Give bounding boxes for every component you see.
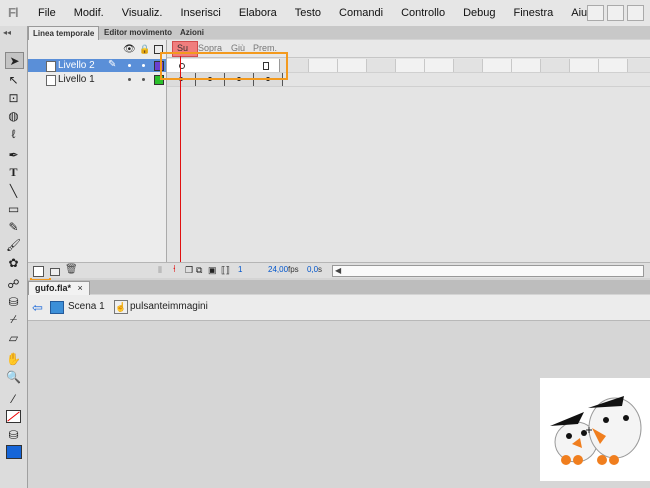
layer-name: Livello 1 (58, 74, 95, 85)
playhead-line (180, 56, 181, 262)
brush-tool-icon[interactable]: 🖌 (5, 237, 22, 252)
pencil-tool-icon[interactable]: ✎ (5, 219, 22, 234)
onion-outline-icon[interactable]: ⧉ (196, 265, 202, 276)
tab-actions[interactable]: Azioni (176, 26, 208, 39)
layer-visibility-dot[interactable] (128, 78, 131, 81)
layer-row-livello-1[interactable]: Livello 1 (28, 73, 166, 86)
layer-row-livello-2[interactable]: Livello 2 ✎ (28, 59, 166, 72)
layer-name: Livello 2 (58, 60, 95, 71)
selection-tool-icon[interactable]: ➤ (5, 52, 24, 69)
stroke-color-icon[interactable]: ⁄ (5, 391, 22, 406)
timeline-status-bar: 🗑 ⦀ ⍿ ❐ ⧉ ▣ ⟦⟧ 1 24,00 fps 0,0 s ◀ (28, 262, 650, 278)
hand-tool-icon[interactable]: ✋ (5, 351, 22, 366)
new-folder-icon[interactable] (50, 268, 60, 276)
onion-markers-icon[interactable]: ⟦⟧ (221, 265, 230, 276)
pencil-icon: ✎ (108, 59, 117, 70)
breadcrumb-symbol[interactable]: pulsanteimmagini (130, 301, 208, 312)
tab-timeline[interactable]: Linea temporale (28, 26, 100, 40)
scene-icon (50, 301, 64, 314)
line-tool-icon[interactable]: ╲ (5, 183, 22, 198)
scroll-grip-icon[interactable]: ⦀ (158, 265, 162, 276)
pen-tool-icon[interactable]: ✒ (5, 147, 22, 162)
menu-item-modif[interactable]: Modif. (74, 7, 104, 19)
menu-item-visualiz[interactable]: Visualiz. (122, 7, 163, 19)
layer-icon (46, 61, 56, 72)
back-arrow-icon[interactable]: ⇦ (32, 300, 43, 316)
scroll-left-icon[interactable]: ◀ (335, 266, 341, 275)
menubar: Fl File Modif. Visualiz. Inserisci Elabora Te… (0, 0, 650, 27)
deco-tool-icon[interactable]: ✿ (5, 255, 22, 270)
subselection-tool-icon[interactable]: ↖ (5, 72, 22, 87)
menu-item-finestra[interactable]: Finestra (514, 7, 554, 19)
highlight-frames (160, 52, 288, 80)
panel-collapse-icon[interactable]: ◂◂ (3, 28, 23, 37)
eyedropper-tool-icon[interactable]: ⌿ (5, 312, 22, 327)
document-tabs: gufo.fla* × (28, 280, 650, 295)
close-tab-icon[interactable]: × (78, 283, 83, 293)
menu-item-inserisci[interactable]: Inserisci (180, 7, 220, 19)
owls-illustration (550, 396, 642, 465)
menu-list: File Modif. Visualiz. Inserisci Elabora Testo… (38, 0, 614, 26)
menu-item-elabora[interactable]: Elabora (239, 7, 277, 19)
fill-color-swatch[interactable] (5, 444, 22, 459)
layer-visibility-dot[interactable] (128, 64, 131, 67)
rectangle-tool-icon[interactable]: ▭ (5, 201, 22, 216)
flash-logo: Fl (8, 5, 19, 20)
current-frame-value[interactable]: 1 (238, 265, 242, 274)
menu-item-testo[interactable]: Testo (295, 7, 321, 19)
stroke-color-swatch[interactable] (5, 409, 22, 424)
zoom-tool-icon[interactable]: 🔍 (5, 369, 22, 384)
close-button[interactable] (627, 5, 644, 21)
layer-list: 👁 🔒 Livello 2 ✎ Livello 1 (28, 40, 167, 262)
window-controls (584, 5, 644, 21)
fill-color-icon[interactable]: ⛁ (5, 427, 22, 442)
menu-item-debug[interactable]: Debug (463, 7, 495, 19)
layer-icon (46, 75, 56, 86)
free-transform-tool-icon[interactable]: ⊡ (5, 90, 22, 105)
delete-layer-icon[interactable]: 🗑 (65, 264, 78, 275)
menu-item-comandi[interactable]: Comandi (339, 7, 383, 19)
minimize-button[interactable] (587, 5, 604, 21)
show-hide-all-icon[interactable]: 👁 (123, 44, 136, 55)
lasso-tool-icon[interactable]: ℓ (5, 126, 22, 141)
tools-panel: ◂◂ ➤ ↖ ⊡ ◍ ℓ ✒ T ╲ ▭ ✎ 🖌 ✿ ☍ ⛁ ⌿ ▱ ✋ 🔍 ⁄… (0, 26, 28, 488)
tab-motion-editor[interactable]: Editor movimento (100, 26, 176, 39)
paint-bucket-tool-icon[interactable]: ⛁ (5, 294, 22, 309)
menu-item-controllo[interactable]: Controllo (401, 7, 445, 19)
layer-lock-dot[interactable] (142, 64, 145, 67)
fps-value[interactable]: 24,00 (268, 265, 288, 274)
breadcrumb-scene[interactable]: Scena 1 (68, 301, 105, 312)
button-symbol-icon: ☝ (114, 300, 128, 314)
edit-multiple-frames-icon[interactable]: ▣ (208, 265, 217, 276)
maximize-button[interactable] (607, 5, 624, 21)
stage-area (28, 321, 650, 488)
onion-skin-icon[interactable]: ❐ (185, 265, 193, 276)
fps-unit: fps (288, 265, 299, 274)
panel-tabs: Linea temporale Editor movimento Azioni (28, 26, 650, 40)
time-unit: s (318, 265, 322, 274)
eraser-tool-icon[interactable]: ▱ (5, 330, 22, 345)
new-layer-icon[interactable] (33, 266, 44, 277)
button-graphic-owls[interactable] (540, 378, 650, 481)
breadcrumb: ⇦ Scena 1 ☝ pulsanteimmagini (28, 295, 650, 321)
time-value[interactable]: 0,0 (307, 265, 318, 274)
timeline-scrollbar[interactable]: ◀ (332, 265, 644, 277)
3d-rotation-tool-icon[interactable]: ◍ (5, 108, 22, 123)
document-tab-gufo[interactable]: gufo.fla* × (28, 281, 90, 295)
lock-all-icon[interactable]: 🔒 (139, 44, 150, 55)
layer-lock-dot[interactable] (142, 78, 145, 81)
center-playhead-icon[interactable]: ⍿ (173, 264, 176, 275)
bone-tool-icon[interactable]: ☍ (5, 276, 22, 291)
document-tab-label: gufo.fla* (35, 283, 71, 293)
menu-item-file[interactable]: File (38, 7, 56, 19)
text-tool-icon[interactable]: T (5, 165, 22, 180)
